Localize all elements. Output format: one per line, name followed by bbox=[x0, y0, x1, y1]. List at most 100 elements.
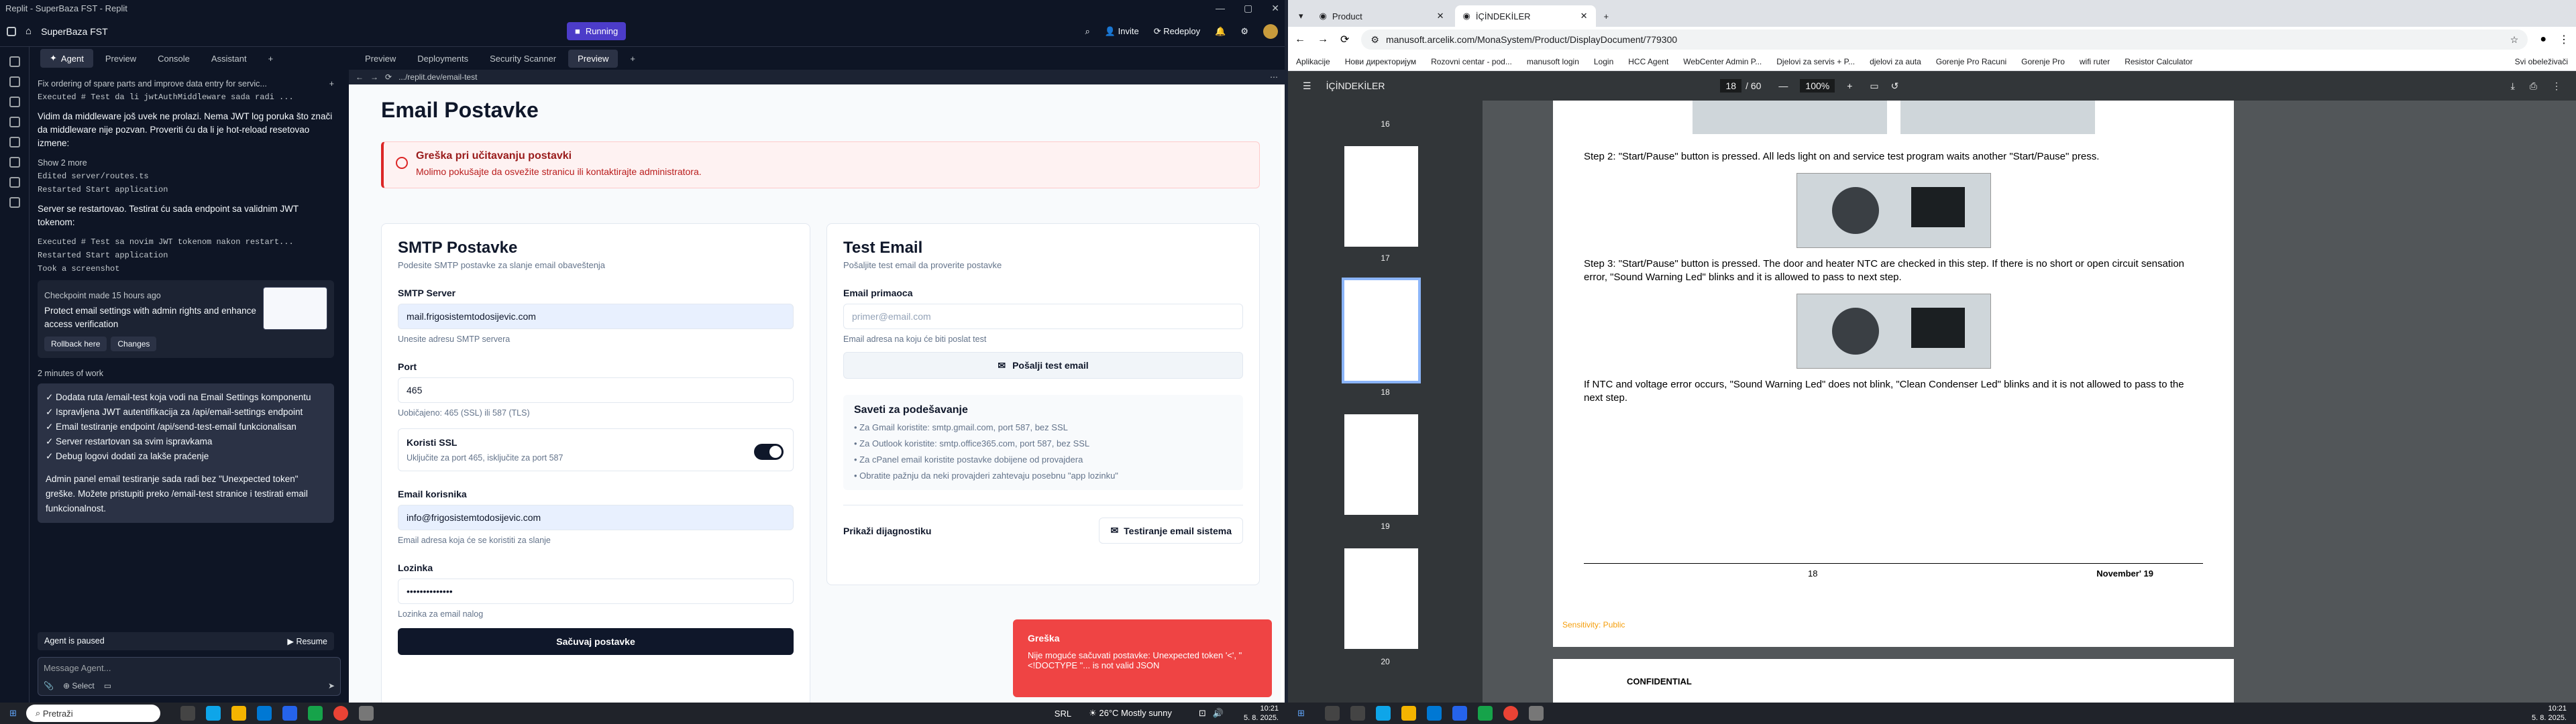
explorer-icon[interactable] bbox=[231, 706, 246, 721]
windows-start-icon[interactable]: ⊞ bbox=[9, 708, 17, 719]
executed-step-2[interactable]: Executed # Test sa novim JWT tokenom nak… bbox=[38, 237, 334, 247]
excel-icon[interactable] bbox=[1477, 706, 1493, 721]
reload-icon[interactable]: ⟳ bbox=[385, 72, 392, 82]
smtp-server-input[interactable]: mail.frigosistemtodosijevic.com bbox=[398, 304, 794, 329]
files-icon[interactable] bbox=[9, 56, 20, 67]
message-input[interactable]: Message Agent... 📎 ⊕ Select ▭ ➤ bbox=[38, 657, 341, 696]
app-icon[interactable] bbox=[1528, 706, 1544, 721]
secrets-icon[interactable] bbox=[9, 137, 20, 147]
bookmark-item[interactable]: Djelovi za servis + P... bbox=[1776, 57, 1855, 66]
preview-url[interactable]: .../replit.dev/email-test bbox=[398, 72, 477, 82]
bookmark-item[interactable]: djelovi za auta bbox=[1870, 57, 1921, 66]
bookmark-item[interactable]: Resistor Calculator bbox=[2125, 57, 2192, 66]
new-tab-icon[interactable]: + bbox=[1599, 6, 1615, 27]
project-name[interactable]: SuperBaza FST bbox=[41, 26, 108, 37]
notifications-icon[interactable]: 🔔 bbox=[1215, 26, 1226, 37]
bookmark-item[interactable]: HCC Agent bbox=[1628, 57, 1668, 66]
search-files-icon[interactable] bbox=[9, 76, 20, 87]
taskview-icon[interactable] bbox=[180, 706, 195, 721]
checkpoint-thumbnail[interactable] bbox=[263, 287, 327, 330]
tab-assistant[interactable]: Assistant bbox=[202, 50, 256, 68]
zoom-out-icon[interactable]: — bbox=[1778, 80, 1788, 91]
download-icon[interactable]: ⤓ bbox=[2511, 80, 2515, 92]
word-icon[interactable] bbox=[1452, 706, 1467, 721]
settings-icon[interactable]: ⚙ bbox=[1240, 26, 1248, 37]
bookmark-item[interactable]: wifi ruter bbox=[2080, 57, 2110, 66]
maximize-icon[interactable]: ▢ bbox=[1244, 3, 1252, 14]
changes-button[interactable]: Changes bbox=[111, 337, 157, 351]
diagnostics-toggle[interactable]: Prikaži dijagnostiku bbox=[843, 526, 931, 536]
error-toast[interactable]: Greška Nije moguće sačuvati postavke: Un… bbox=[1013, 619, 1272, 697]
executed-step-1[interactable]: Executed # Test da li jwtAuthMiddleware … bbox=[38, 93, 334, 102]
bookmark-item[interactable]: Gorenje Pro bbox=[2021, 57, 2065, 66]
outlook-icon[interactable] bbox=[256, 706, 272, 721]
tab-search-icon[interactable]: ▾ bbox=[1293, 5, 1309, 27]
running-button[interactable]: ■ Running bbox=[566, 22, 627, 40]
email-user-input[interactable]: info@frigosistemtodosijevic.com bbox=[398, 505, 794, 530]
redeploy-button[interactable]: ⟳ Redeploy bbox=[1154, 26, 1200, 37]
fit-page-icon[interactable]: ▭ bbox=[1870, 80, 1878, 92]
reload-icon[interactable]: ⟳ bbox=[1340, 33, 1349, 46]
bookmark-item[interactable]: Нови директоријум bbox=[1345, 57, 1416, 66]
screenshot-step[interactable]: Took a screenshot bbox=[38, 264, 334, 274]
page-thumbnail-active[interactable] bbox=[1342, 278, 1421, 383]
select-button[interactable]: ⊕ Select bbox=[63, 681, 95, 690]
bookmark-item[interactable]: manusoft login bbox=[1527, 57, 1579, 66]
send-test-button[interactable]: ✉ Pošalji test email bbox=[843, 352, 1243, 379]
resume-button[interactable]: ▶ Resume bbox=[287, 636, 327, 646]
excel-icon[interactable] bbox=[307, 706, 323, 721]
clock[interactable]: 10:21 5. 8. 2025. bbox=[1244, 704, 1279, 723]
close-icon[interactable]: ✕ bbox=[1271, 3, 1279, 14]
search-icon[interactable] bbox=[1324, 706, 1340, 721]
pdf-menu-icon[interactable]: ☰ bbox=[1303, 80, 1311, 92]
menu-icon[interactable]: ⋮ bbox=[2559, 33, 2569, 46]
forward-icon[interactable]: → bbox=[370, 72, 378, 82]
bookmark-item[interactable]: Aplikacije bbox=[1296, 57, 1330, 66]
sidebar-toggle-icon[interactable] bbox=[7, 26, 16, 36]
browser-tab-pdf[interactable]: ◉ İÇİNDEKİLER ✕ bbox=[1454, 5, 1596, 27]
ssl-toggle[interactable] bbox=[754, 444, 784, 460]
windows-start-icon[interactable]: ⊞ bbox=[1297, 708, 1305, 719]
rollback-button[interactable]: Rollback here bbox=[44, 337, 107, 351]
profile-icon[interactable]: ● bbox=[2540, 34, 2546, 46]
clock[interactable]: 10:21 5. 8. 2025. bbox=[2532, 704, 2567, 723]
tab-preview-2[interactable]: Preview bbox=[568, 49, 619, 68]
work-duration[interactable]: 2 minutes of work bbox=[38, 369, 334, 378]
recipient-input[interactable]: primer@email.com bbox=[843, 304, 1243, 329]
test-system-button[interactable]: ✉ Testiranje email sistema bbox=[1099, 518, 1243, 544]
invite-button[interactable]: 👤 Invite bbox=[1105, 26, 1139, 37]
bookmark-item[interactable]: Svi obeleživači bbox=[2515, 57, 2568, 66]
zoom-input[interactable]: 100% bbox=[1800, 79, 1835, 93]
packages-icon[interactable] bbox=[9, 117, 20, 127]
taskbar-search[interactable]: ⌕ Pretraži bbox=[25, 705, 160, 722]
page-number-input[interactable]: 18 bbox=[1720, 79, 1742, 93]
outlook-icon[interactable] bbox=[1426, 706, 1442, 721]
language-indicator[interactable]: SRL bbox=[1055, 709, 1071, 719]
tab-security-scanner[interactable]: Security Scanner bbox=[480, 50, 566, 68]
chrome-icon[interactable] bbox=[333, 706, 348, 721]
address-bar[interactable]: ⚙ manusoft.arcelik.com/MonaSystem/Product… bbox=[1361, 29, 2528, 50]
word-icon[interactable] bbox=[282, 706, 297, 721]
tray-icons[interactable]: ⊡ 🔊 bbox=[1199, 708, 1224, 719]
restarted-step-2[interactable]: Restarted Start application bbox=[38, 251, 334, 260]
git-icon[interactable] bbox=[9, 97, 20, 107]
home-icon[interactable]: ⌂ bbox=[25, 25, 32, 37]
page-thumbnail[interactable] bbox=[1344, 548, 1418, 649]
port-input[interactable]: 465 bbox=[398, 377, 794, 403]
password-input[interactable]: •••••••••••••• bbox=[398, 579, 794, 604]
rotate-icon[interactable]: ↺ bbox=[1891, 80, 1899, 92]
restarted-step-1[interactable]: Restarted Start application bbox=[38, 185, 334, 194]
tab-agent[interactable]: ✦ Agent bbox=[40, 49, 93, 68]
taskview-icon[interactable] bbox=[1350, 706, 1365, 721]
devtools-icon[interactable]: ⋯ bbox=[1270, 72, 1278, 82]
forward-icon[interactable]: → bbox=[1318, 34, 1328, 46]
bookmark-item[interactable]: Login bbox=[1594, 57, 1613, 66]
search-icon[interactable]: ⌕ bbox=[1085, 26, 1090, 37]
add-tab-icon[interactable]: + bbox=[259, 50, 283, 68]
print-icon[interactable]: ⎙ bbox=[2530, 80, 2537, 92]
page-thumbnail[interactable] bbox=[1344, 414, 1418, 515]
send-icon[interactable]: ➤ bbox=[328, 681, 335, 690]
add-tab-icon-2[interactable]: + bbox=[621, 50, 645, 68]
browser-tab-product[interactable]: ◉ Product ✕ bbox=[1311, 5, 1452, 27]
bookmark-item[interactable]: Rozovni centar - pod... bbox=[1431, 57, 1512, 66]
